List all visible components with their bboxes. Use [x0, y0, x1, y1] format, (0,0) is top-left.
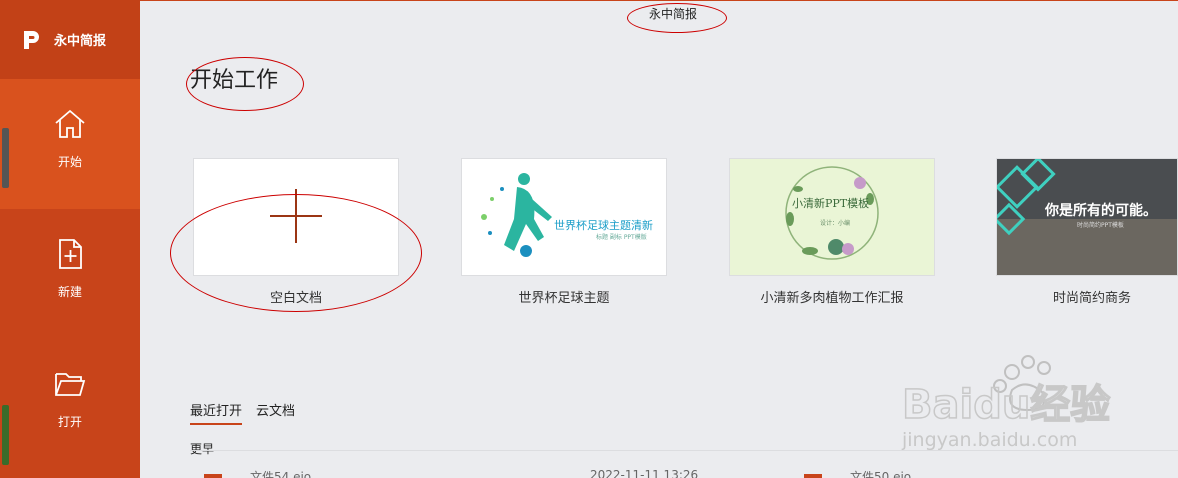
- thumb-title: 小清新PPT模板: [792, 196, 869, 210]
- sidebar-item-label: 新建: [57, 285, 82, 299]
- sidebar: 永中简报 开始 新建 打开: [0, 0, 140, 478]
- tab-cloud[interactable]: 云文档: [256, 400, 295, 425]
- sidebar-item-label: 开始: [57, 155, 82, 169]
- divider: [190, 450, 1178, 451]
- sidebar-item-open[interactable]: 打开: [0, 339, 140, 469]
- template-label: 世界杯足球主题: [518, 291, 610, 306]
- tab-recent[interactable]: 最近打开: [190, 400, 243, 425]
- page-title: 开始工作: [190, 68, 279, 93]
- sidebar-item-new[interactable]: 新建: [0, 209, 140, 339]
- file-icon: [204, 474, 222, 478]
- edge-scrollbar[interactable]: [2, 128, 9, 188]
- business-thumbnail: 你是所有的可能。 时尚简约PPT模板: [997, 159, 1177, 275]
- app-logo-row: 永中简报: [0, 0, 140, 79]
- edge-level-bar: [2, 405, 9, 465]
- new-doc-icon: [59, 239, 82, 269]
- group-label: 更早: [190, 442, 215, 456]
- thumb-title: 世界杯足球主题清新: [554, 218, 653, 232]
- thumb-subtitle: 标题 副标 PPT模版: [596, 233, 647, 241]
- app-logo-icon: [24, 30, 39, 49]
- sidebar-item-label: 打开: [57, 415, 82, 429]
- top-accent-line: [140, 0, 1178, 1]
- footballer-thumbnail: 世界杯足球主题清新 标题 副标 PPT模版: [481, 173, 653, 257]
- template-card-blank[interactable]: [193, 158, 399, 276]
- template-label: 小清新多肉植物工作汇报: [760, 291, 904, 306]
- thumb-subtitle: 设计：小编: [820, 219, 850, 227]
- template-card-worldcup[interactable]: 世界杯足球主题清新 标题 副标 PPT模版: [461, 158, 667, 276]
- thumb-subtitle: 时尚简约PPT模板: [1077, 221, 1124, 229]
- template-label: 空白文档: [269, 291, 322, 306]
- plus-icon: [270, 189, 322, 243]
- app-name: 永中简报: [54, 34, 107, 49]
- template-card-business[interactable]: 你是所有的可能。 时尚简约PPT模板: [996, 158, 1178, 276]
- template-card-succulent[interactable]: 小清新PPT模板 设计：小编: [729, 158, 935, 276]
- file-icon: [804, 474, 822, 478]
- recent-file-name[interactable]: 文件50.eio: [850, 468, 911, 478]
- template-label: 时尚简约商务: [1052, 291, 1131, 306]
- sidebar-item-start[interactable]: 开始: [0, 79, 140, 209]
- folder-open-icon: [55, 373, 86, 396]
- home-icon: [55, 109, 85, 138]
- window-title: 永中简报: [649, 7, 698, 21]
- recent-tabs: 最近打开 云文档: [190, 400, 295, 425]
- thumb-title: 你是所有的可能。: [1044, 202, 1157, 219]
- wreath-thumbnail: 小清新PPT模板 设计：小编: [785, 166, 879, 260]
- recent-file-name[interactable]: 文件54.eio: [250, 468, 311, 478]
- recent-file-date: 2022-11-11 13:26: [590, 468, 699, 478]
